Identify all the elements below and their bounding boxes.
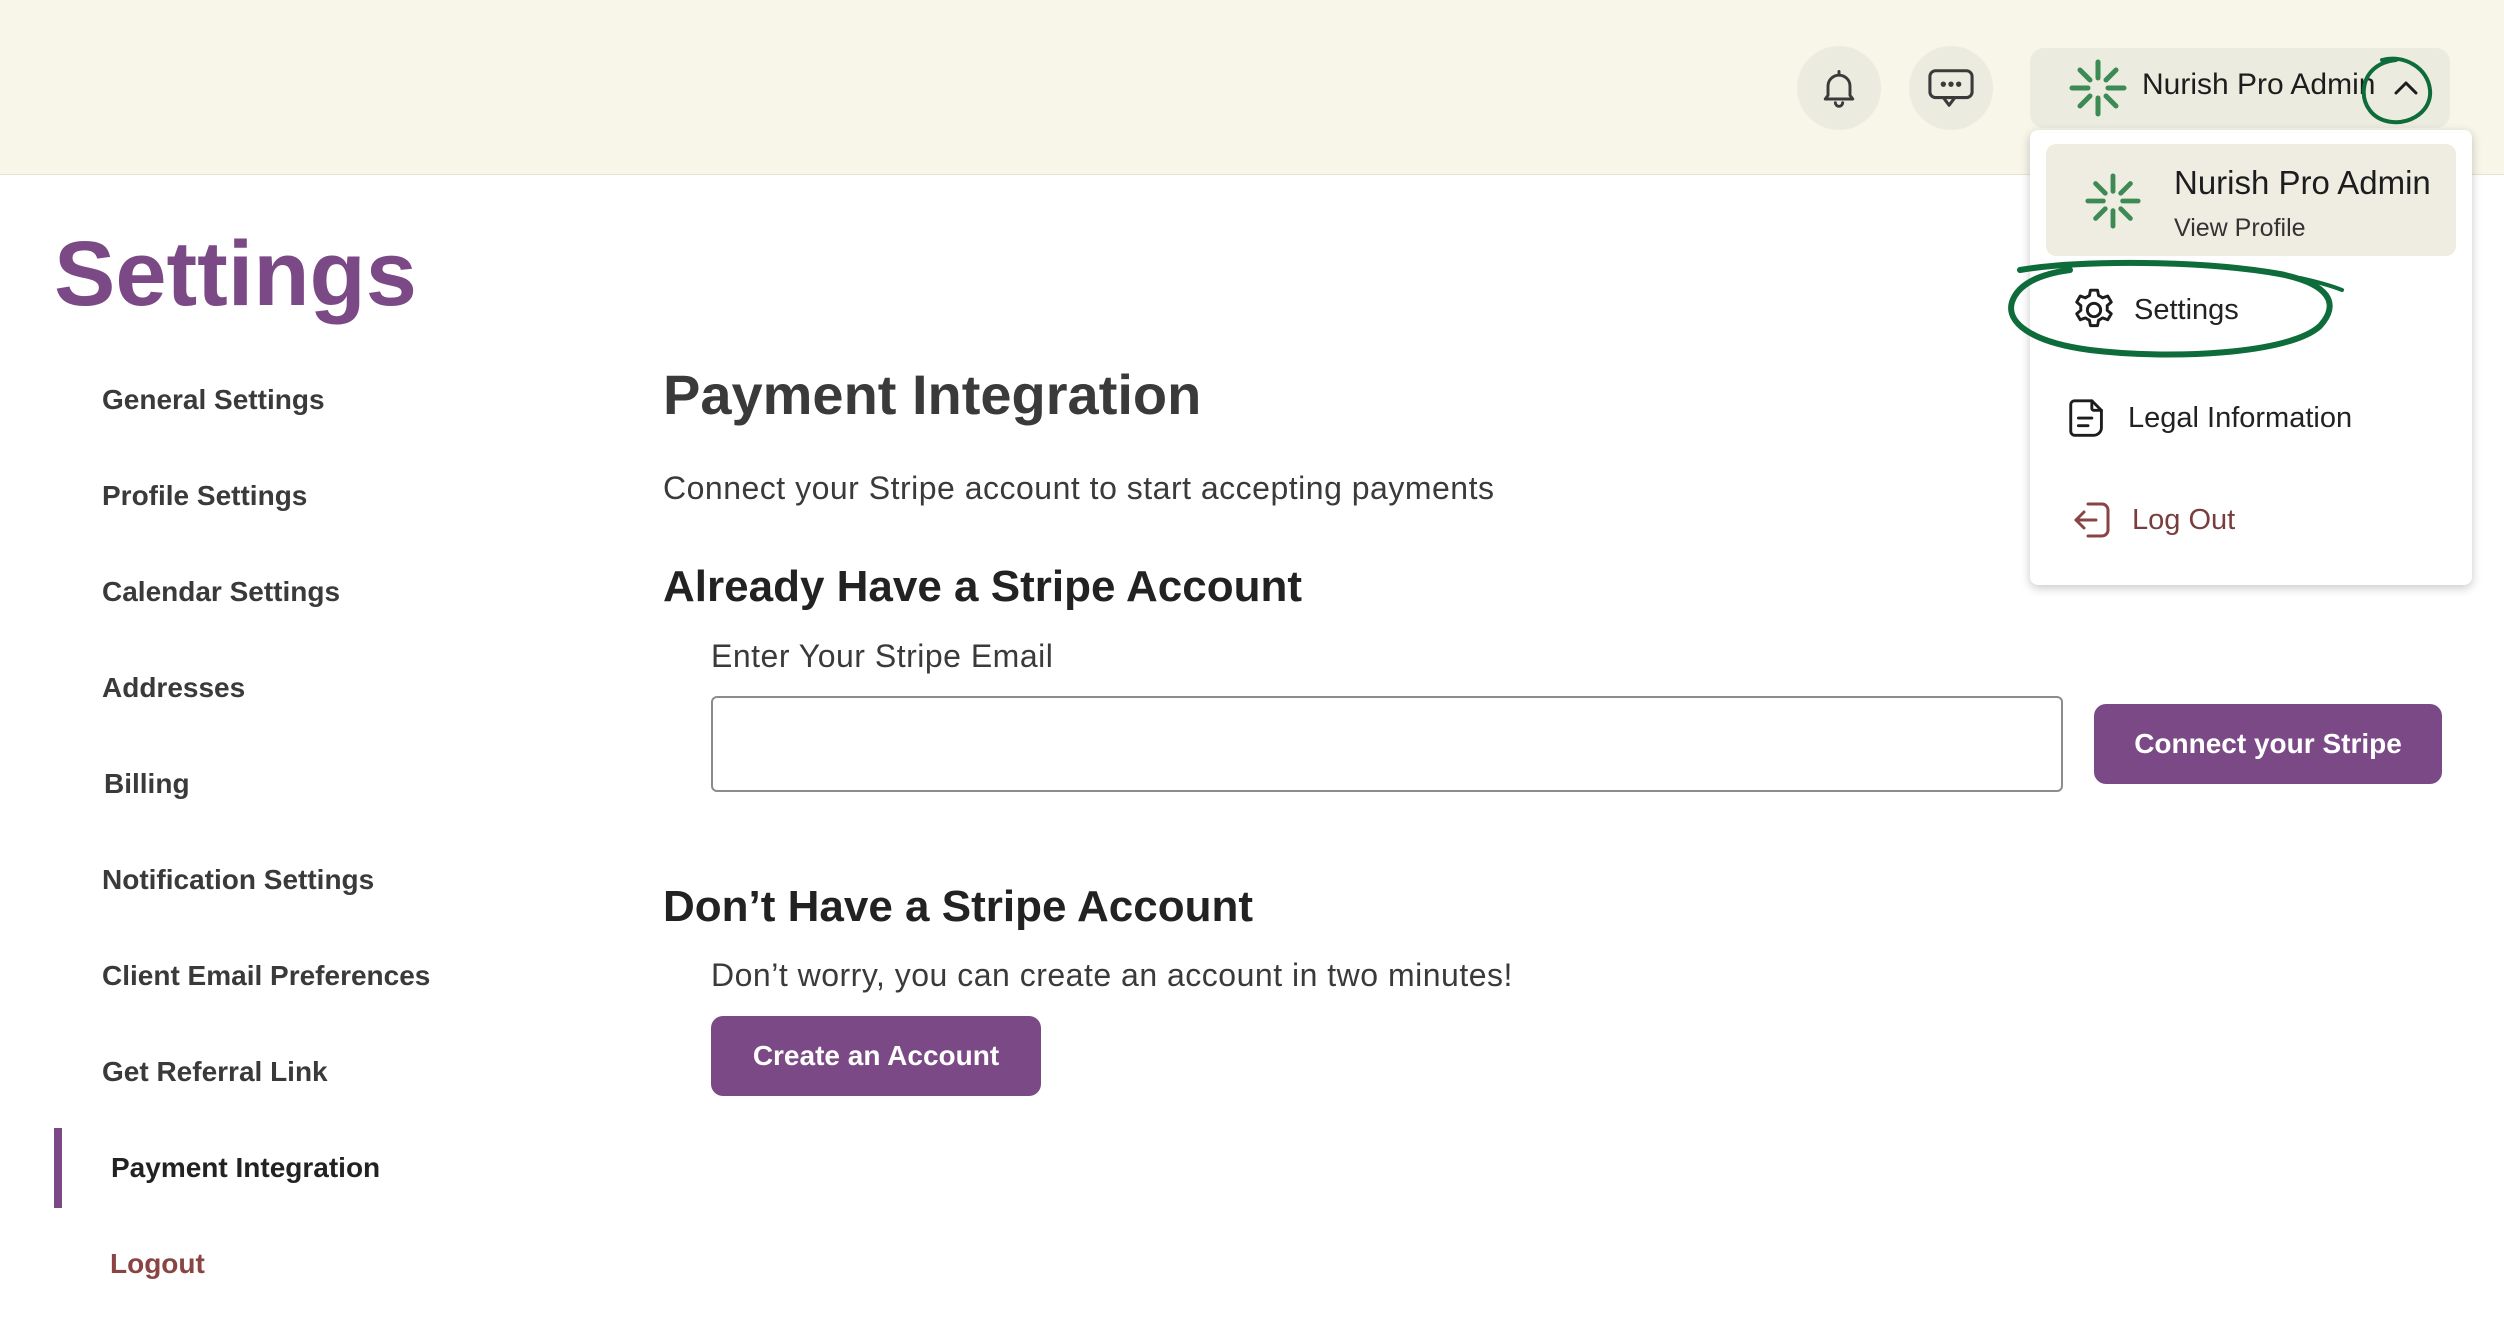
- stripe-email-input[interactable]: [711, 696, 2063, 792]
- sidebar-active-indicator: [54, 1128, 62, 1208]
- page-title: Settings: [54, 223, 417, 325]
- sidebar-item-client-email-preferences[interactable]: Client Email Preferences: [102, 960, 430, 992]
- create-account-button[interactable]: Create an Account: [711, 1016, 1041, 1096]
- sidebar-item-general-settings[interactable]: General Settings: [102, 384, 325, 416]
- chevron-up-icon[interactable]: [2380, 62, 2432, 114]
- messages-button[interactable]: [1909, 46, 1993, 130]
- logout-icon: [2066, 494, 2118, 546]
- view-profile-link[interactable]: View Profile: [2174, 214, 2306, 243]
- menu-item-settings[interactable]: Settings: [2068, 280, 2239, 340]
- section-title: Payment Integration: [663, 363, 1202, 426]
- connect-stripe-button[interactable]: Connect your Stripe: [2094, 704, 2442, 784]
- sidebar-item-get-referral-link[interactable]: Get Referral Link: [102, 1056, 328, 1088]
- sidebar-item-payment-integration[interactable]: Payment Integration: [111, 1152, 380, 1184]
- new-account-text: Don’t worry, you can create an account i…: [711, 957, 1513, 993]
- sidebar-item-logout[interactable]: Logout: [110, 1248, 205, 1280]
- sidebar-item-profile-settings[interactable]: Profile Settings: [102, 480, 307, 512]
- sidebar-item-addresses[interactable]: Addresses: [102, 672, 245, 704]
- menu-item-log-out[interactable]: Log Out: [2066, 490, 2235, 550]
- notifications-button[interactable]: [1797, 46, 1881, 130]
- sidebar-item-billing[interactable]: Billing: [104, 768, 190, 800]
- existing-account-heading: Already Have a Stripe Account: [663, 562, 1303, 611]
- sidebar-item-calendar-settings[interactable]: Calendar Settings: [102, 576, 340, 608]
- profile-dropdown-menu: Nurish Pro Admin View Profile Settings L…: [2030, 130, 2472, 585]
- dropdown-profile-name: Nurish Pro Admin: [2174, 164, 2431, 201]
- brand-logo-icon: [2085, 173, 2141, 229]
- menu-item-settings-label: Settings: [2134, 293, 2239, 326]
- menu-item-legal-label: Legal Information: [2128, 401, 2353, 434]
- new-account-heading: Don’t Have a Stripe Account: [663, 882, 1254, 931]
- profile-name: Nurish Pro Admin: [2142, 68, 2376, 101]
- document-icon: [2062, 392, 2114, 444]
- bell-icon: [1823, 70, 1855, 108]
- menu-item-log-out-label: Log Out: [2132, 503, 2236, 536]
- section-description: Connect your Stripe account to start acc…: [663, 470, 1495, 506]
- sidebar-item-notification-settings[interactable]: Notification Settings: [102, 864, 374, 896]
- chat-bubble-icon: [1928, 69, 1974, 107]
- brand-logo-icon: [2069, 59, 2127, 117]
- menu-item-legal-information[interactable]: Legal Information: [2062, 388, 2352, 448]
- gear-icon: [2068, 284, 2120, 336]
- stripe-email-label: Enter Your Stripe Email: [711, 638, 1054, 674]
- dropdown-profile-card[interactable]: Nurish Pro Admin View Profile: [2046, 144, 2456, 256]
- profile-menu-button[interactable]: Nurish Pro Admin: [2030, 48, 2450, 128]
